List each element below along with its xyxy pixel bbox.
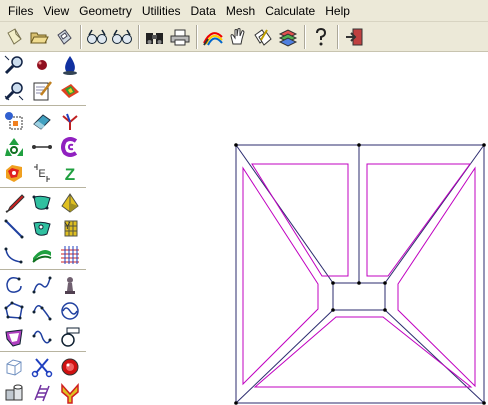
binoculars-icon[interactable]: [143, 25, 167, 49]
offset-region-right: [397, 166, 476, 388]
wave-blue-icon[interactable]: [56, 298, 84, 324]
node-point: [482, 401, 486, 405]
toolbar-separator: [337, 24, 339, 49]
geometry-drawing: [234, 143, 486, 405]
arc-icon[interactable]: [0, 242, 28, 268]
eraser-icon[interactable]: [28, 108, 56, 134]
line-blue-icon[interactable]: [0, 216, 28, 242]
node-point: [331, 281, 335, 285]
colorize-icon[interactable]: [0, 160, 28, 186]
node-point: [357, 143, 361, 147]
save-disk-icon[interactable]: [52, 25, 76, 49]
toolbar-separator: [138, 24, 140, 49]
zoom-in-icon[interactable]: [0, 52, 28, 78]
sweep-green-icon[interactable]: [28, 242, 56, 268]
toolbar-separator: [80, 24, 82, 49]
new-file-icon[interactable]: [2, 25, 26, 49]
cube-wire-icon[interactable]: [0, 354, 28, 380]
svg-text:E: E: [38, 168, 45, 180]
ladder-icon[interactable]: [28, 380, 56, 405]
curve-blue-icon[interactable]: [28, 272, 56, 298]
y-shape-icon[interactable]: [56, 380, 84, 405]
menu-help[interactable]: Help: [320, 1, 355, 21]
surface-green-dot-icon[interactable]: [28, 216, 56, 242]
toolbar-separator: [196, 24, 198, 49]
diagonal-line: [235, 309, 334, 404]
node-point: [234, 143, 238, 147]
printer-icon[interactable]: [168, 25, 192, 49]
axes-icon[interactable]: [56, 108, 84, 134]
zoom-glasses-alt-icon[interactable]: [110, 25, 134, 49]
cylinder-icon[interactable]: [56, 324, 84, 350]
polygon-filled-icon[interactable]: [0, 324, 28, 350]
color-rainbow-icon[interactable]: [201, 25, 225, 49]
surface-green-icon[interactable]: [28, 190, 56, 216]
menu-calculate[interactable]: Calculate: [260, 1, 320, 21]
cone-yellow-icon[interactable]: [56, 190, 84, 216]
curve-s-icon[interactable]: [28, 324, 56, 350]
offset-region-top-left: [251, 163, 349, 277]
spiral-c-icon[interactable]: [56, 134, 84, 160]
sphere-red-icon[interactable]: [56, 354, 84, 380]
outer-frame: [235, 144, 485, 404]
exit-door-icon[interactable]: [342, 25, 366, 49]
polygon-icon[interactable]: [0, 298, 28, 324]
offset-region-top-right: [366, 163, 471, 277]
label-e-icon[interactable]: E: [28, 160, 56, 186]
pencil-red-icon[interactable]: [0, 190, 28, 216]
menu-utilities[interactable]: Utilities: [137, 1, 186, 21]
menu-bar: Files View Geometry Utilities Data Mesh …: [0, 0, 488, 22]
svg-text:Y: Y: [64, 221, 71, 232]
circle-arc-icon[interactable]: [0, 272, 28, 298]
scissors-icon[interactable]: [28, 354, 56, 380]
node-point: [383, 308, 387, 312]
pawn-icon[interactable]: [56, 272, 84, 298]
select-box-icon[interactable]: [0, 108, 28, 134]
drawing-canvas[interactable]: [86, 52, 488, 405]
diagonal-line: [235, 144, 334, 284]
grid-red-icon[interactable]: [56, 242, 84, 268]
menu-view[interactable]: View: [38, 1, 74, 21]
node-point: [482, 143, 486, 147]
edit-pages-icon[interactable]: [251, 25, 275, 49]
menu-geometry[interactable]: Geometry: [74, 1, 137, 21]
surface-color-icon[interactable]: [56, 78, 84, 104]
mesh-yellow-icon[interactable]: Y: [56, 216, 84, 242]
node-point: [331, 308, 335, 312]
inner-box: [332, 282, 386, 311]
node-point: [383, 281, 387, 285]
point-red-icon[interactable]: [28, 52, 56, 78]
curve-nodes-icon[interactable]: [28, 298, 56, 324]
node-point: [234, 401, 238, 405]
notepad-edit-icon[interactable]: [28, 78, 56, 104]
stack-objects-icon[interactable]: [0, 380, 28, 405]
offset-region-left: [242, 166, 319, 386]
diagonal-line: [384, 309, 485, 404]
menu-mesh[interactable]: Mesh: [221, 1, 260, 21]
toolbar-separator: [304, 24, 306, 49]
main-toolbar: [0, 22, 488, 52]
dimension-line-icon[interactable]: [28, 134, 56, 160]
node-point: [357, 281, 361, 285]
svg-text:Z: Z: [65, 165, 75, 184]
menu-data[interactable]: Data: [186, 1, 221, 21]
menu-files[interactable]: Files: [3, 1, 38, 21]
offset-region-bottom: [253, 316, 473, 388]
geometry-palette: E Z Y: [0, 52, 86, 405]
drop-blue-icon[interactable]: [56, 52, 84, 78]
help-question-icon[interactable]: [309, 25, 333, 49]
zoom-glasses-icon[interactable]: [85, 25, 109, 49]
open-folder-icon[interactable]: [27, 25, 51, 49]
zoom-out-icon[interactable]: [0, 78, 28, 104]
recycle-icon[interactable]: [0, 134, 28, 160]
label-z-icon[interactable]: Z: [56, 160, 84, 186]
layers-stack-icon[interactable]: [276, 25, 300, 49]
hand-pan-icon[interactable]: [226, 25, 250, 49]
